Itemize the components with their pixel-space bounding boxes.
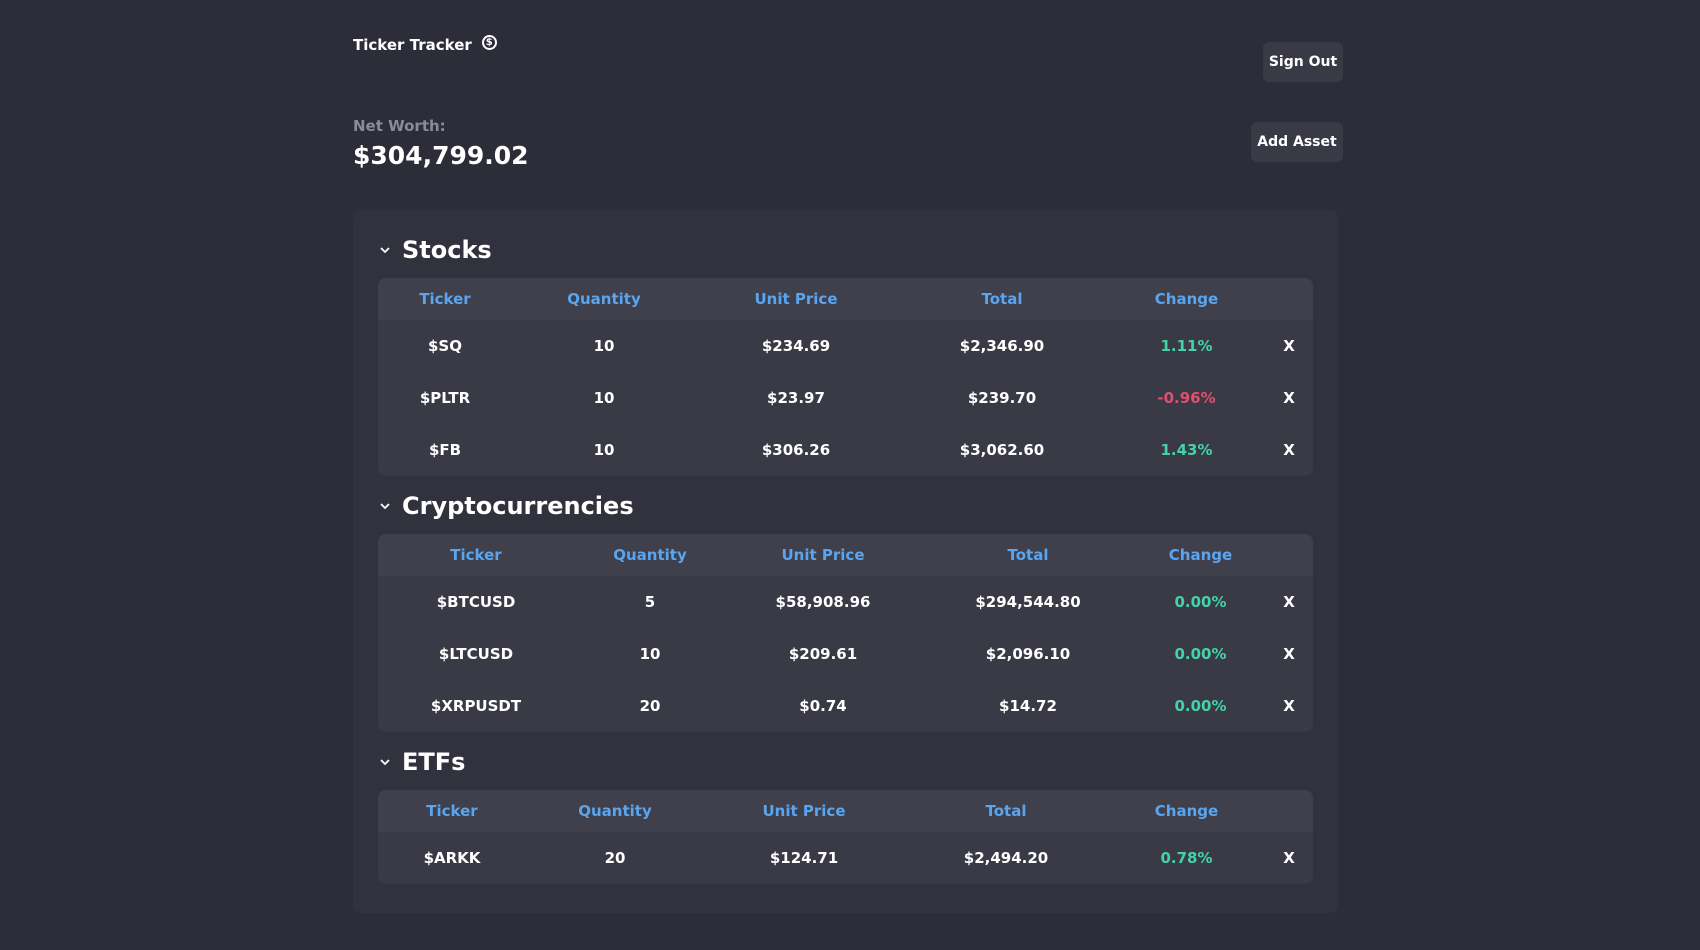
app-page: Ticker Tracker $ Sign Out Net Worth: $30…	[0, 0, 1700, 950]
table-row: $PLTR 10 $23.97 $239.70 -0.96% X	[378, 372, 1313, 424]
column-header-total[interactable]: Total	[896, 278, 1108, 320]
column-header-total[interactable]: Total	[920, 534, 1136, 576]
net-worth-value: $304,799.02	[353, 141, 529, 170]
change-cell: 0.00%	[1174, 593, 1227, 611]
section-title: ETFs	[402, 748, 466, 776]
column-header-quantity[interactable]: Quantity	[574, 534, 726, 576]
etfs-table: Ticker Quantity Unit Price Total Change …	[378, 790, 1313, 884]
ticker-cell: $PLTR	[419, 389, 471, 407]
section-title: Cryptocurrencies	[402, 492, 634, 520]
delete-button[interactable]: X	[1265, 372, 1313, 424]
chevron-down-icon	[380, 247, 390, 254]
quantity-cell: 5	[644, 593, 656, 611]
column-header-actions	[1265, 278, 1313, 320]
ticker-cell: $LTCUSD	[438, 645, 514, 663]
column-header-change[interactable]: Change	[1108, 790, 1265, 832]
column-header-ticker[interactable]: Ticker	[378, 278, 512, 320]
cryptocurrencies-section: Cryptocurrencies Ticker Quantity Unit Pr…	[378, 486, 1313, 732]
table-header-row: Ticker Quantity Unit Price Total Change	[378, 278, 1313, 320]
chevron-down-icon	[380, 759, 390, 766]
table-row: $LTCUSD 10 $209.61 $2,096.10 0.00% X	[378, 628, 1313, 680]
column-header-change[interactable]: Change	[1136, 534, 1265, 576]
table-row: $FB 10 $306.26 $3,062.60 1.43% X	[378, 424, 1313, 476]
quantity-cell: 20	[639, 697, 661, 715]
app-brand[interactable]: Ticker Tracker $	[353, 34, 497, 54]
quantity-cell: 10	[639, 645, 661, 663]
column-header-quantity[interactable]: Quantity	[512, 278, 696, 320]
unit-price-cell: $306.26	[761, 441, 831, 459]
delete-button[interactable]: X	[1265, 576, 1313, 628]
ticker-cell: $FB	[428, 441, 462, 459]
table-row: $SQ 10 $234.69 $2,346.90 1.11% X	[378, 320, 1313, 372]
add-asset-button[interactable]: Add Asset	[1251, 122, 1343, 162]
ticker-cell: $ARKK	[423, 849, 481, 867]
total-cell: $3,062.60	[959, 441, 1045, 459]
chevron-down-icon	[380, 503, 390, 510]
change-cell: -0.96%	[1157, 389, 1216, 407]
column-header-unit-price[interactable]: Unit Price	[704, 790, 904, 832]
column-header-unit-price[interactable]: Unit Price	[696, 278, 896, 320]
quantity-cell: 10	[593, 337, 615, 355]
stocks-section-toggle[interactable]: Stocks	[378, 230, 1313, 270]
table-row: $BTCUSD 5 $58,908.96 $294,544.80 0.00% X	[378, 576, 1313, 628]
change-cell: 0.78%	[1160, 849, 1213, 867]
column-header-actions	[1265, 790, 1313, 832]
ticker-cell: $SQ	[428, 337, 462, 355]
quantity-cell: 10	[593, 389, 615, 407]
section-title: Stocks	[402, 236, 492, 264]
quantity-cell: 10	[593, 441, 615, 459]
total-cell: $2,494.20	[963, 849, 1049, 867]
column-header-quantity[interactable]: Quantity	[526, 790, 704, 832]
delete-button[interactable]: X	[1265, 628, 1313, 680]
ticker-cell: $BTCUSD	[436, 593, 516, 611]
etfs-section-toggle[interactable]: ETFs	[378, 742, 1313, 782]
unit-price-cell: $124.71	[769, 849, 839, 867]
cryptocurrencies-section-toggle[interactable]: Cryptocurrencies	[378, 486, 1313, 526]
table-header-row: Ticker Quantity Unit Price Total Change	[378, 534, 1313, 576]
stocks-table: Ticker Quantity Unit Price Total Change …	[378, 278, 1313, 476]
table-row: $ARKK 20 $124.71 $2,494.20 0.78% X	[378, 832, 1313, 884]
total-cell: $2,096.10	[985, 645, 1071, 663]
change-cell: 1.11%	[1160, 337, 1213, 355]
change-cell: 1.43%	[1160, 441, 1213, 459]
change-cell: 0.00%	[1174, 697, 1227, 715]
net-worth-label: Net Worth:	[353, 117, 446, 135]
column-header-change[interactable]: Change	[1108, 278, 1265, 320]
total-cell: $14.72	[999, 697, 1057, 715]
unit-price-cell: $58,908.96	[775, 593, 871, 611]
quantity-cell: 20	[604, 849, 626, 867]
total-cell: $2,346.90	[959, 337, 1045, 355]
stocks-section: Stocks Ticker Quantity Unit Price Total …	[378, 230, 1313, 476]
total-cell: $239.70	[967, 389, 1037, 407]
unit-price-cell: $0.74	[799, 697, 847, 715]
dollar-coin-icon: $	[481, 34, 497, 50]
delete-button[interactable]: X	[1265, 832, 1313, 884]
column-header-unit-price[interactable]: Unit Price	[726, 534, 920, 576]
column-header-ticker[interactable]: Ticker	[378, 534, 574, 576]
total-cell: $294,544.80	[975, 593, 1081, 611]
assets-panel: Stocks Ticker Quantity Unit Price Total …	[353, 210, 1338, 913]
unit-price-cell: $209.61	[788, 645, 858, 663]
delete-button[interactable]: X	[1265, 424, 1313, 476]
table-row: $XRPUSDT 20 $0.74 $14.72 0.00% X	[378, 680, 1313, 732]
table-header-row: Ticker Quantity Unit Price Total Change	[378, 790, 1313, 832]
column-header-ticker[interactable]: Ticker	[378, 790, 526, 832]
app-title: Ticker Tracker	[353, 36, 472, 54]
column-header-total[interactable]: Total	[904, 790, 1108, 832]
change-cell: 0.00%	[1174, 645, 1227, 663]
delete-button[interactable]: X	[1265, 680, 1313, 732]
ticker-cell: $XRPUSDT	[430, 697, 522, 715]
unit-price-cell: $23.97	[767, 389, 825, 407]
unit-price-cell: $234.69	[761, 337, 831, 355]
cryptocurrencies-table: Ticker Quantity Unit Price Total Change …	[378, 534, 1313, 732]
delete-button[interactable]: X	[1265, 320, 1313, 372]
sign-out-button[interactable]: Sign Out	[1263, 42, 1343, 82]
etfs-section: ETFs Ticker Quantity Unit Price Total Ch…	[378, 742, 1313, 884]
column-header-actions	[1265, 534, 1313, 576]
